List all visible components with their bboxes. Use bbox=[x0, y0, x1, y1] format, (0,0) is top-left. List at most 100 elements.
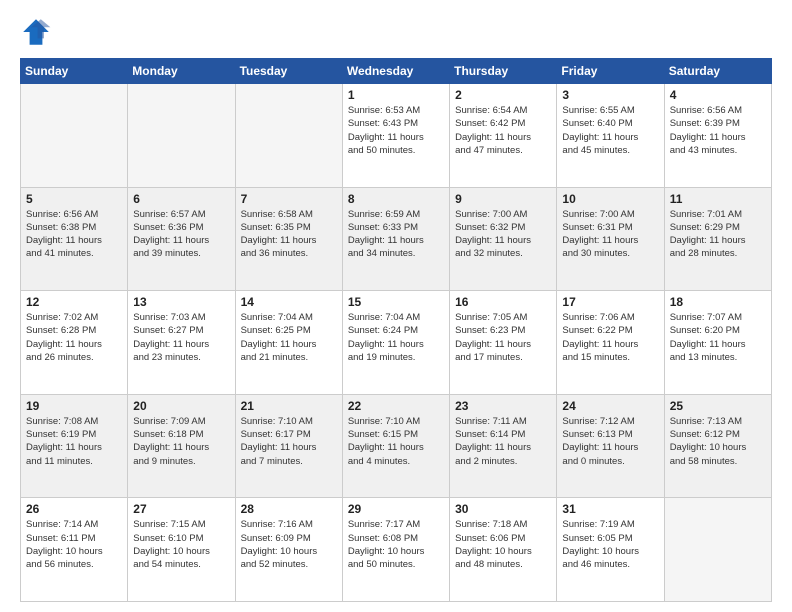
calendar-day-cell: 25Sunrise: 7:13 AM Sunset: 6:12 PM Dayli… bbox=[664, 394, 771, 498]
calendar-day-cell: 20 Sunrise: 7:09 AM Sunset: 6:18 PM Dayli… bbox=[128, 394, 235, 498]
calendar-week-row: 5 Sunrise: 6:56 AM Sunset: 6:38 PM Daylig… bbox=[21, 187, 772, 291]
day-info: Sunrise: 6:54 AM Sunset: 6:42 PM Dayligh… bbox=[455, 104, 551, 157]
calendar-day-cell: 4 Sunrise: 6:56 AM Sunset: 6:39 PM Daylig… bbox=[664, 84, 771, 188]
day-info: Sunrise: 7:08 AM Sunset: 6:19 PM Dayligh… bbox=[26, 415, 122, 468]
day-info: Sunrise: 7:09 AM Sunset: 6:18 PM Dayligh… bbox=[133, 415, 229, 468]
calendar-day-cell: 9 Sunrise: 7:00 AM Sunset: 6:32 PM Daylig… bbox=[450, 187, 557, 291]
day-number: 6 bbox=[133, 192, 229, 206]
day-number: 11 bbox=[670, 192, 766, 206]
calendar-day-cell: 28Sunrise: 7:16 AM Sunset: 6:09 PM Dayli… bbox=[235, 498, 342, 602]
calendar-week-row: 12 Sunrise: 7:02 AM Sunset: 6:28 PM Dayli… bbox=[21, 291, 772, 395]
calendar-day-cell: 3 Sunrise: 6:55 AM Sunset: 6:40 PM Daylig… bbox=[557, 84, 664, 188]
day-number: 24 bbox=[562, 399, 658, 413]
calendar-day-cell: 30 Sunrise: 7:18 AM Sunset: 6:06 PM Dayli… bbox=[450, 498, 557, 602]
day-number: 2 bbox=[455, 88, 551, 102]
calendar-day-cell: 26Sunrise: 7:14 AM Sunset: 6:11 PM Dayli… bbox=[21, 498, 128, 602]
day-info: Sunrise: 6:56 AM Sunset: 6:38 PM Dayligh… bbox=[26, 208, 122, 261]
day-info: Sunrise: 7:17 AM Sunset: 6:08 PM Dayligh… bbox=[348, 518, 444, 571]
day-info: Sunrise: 6:53 AM Sunset: 6:43 PM Dayligh… bbox=[348, 104, 444, 157]
calendar-day-cell: 19 Sunrise: 7:08 AM Sunset: 6:19 PM Dayli… bbox=[21, 394, 128, 498]
calendar-day-header: Thursday bbox=[450, 59, 557, 84]
day-number: 28 bbox=[241, 502, 337, 516]
calendar-day-cell bbox=[128, 84, 235, 188]
day-number: 27 bbox=[133, 502, 229, 516]
page: SundayMondayTuesdayWednesdayThursdayFrid… bbox=[0, 0, 792, 612]
calendar-day-header: Saturday bbox=[664, 59, 771, 84]
day-number: 13 bbox=[133, 295, 229, 309]
calendar-day-cell: 22 Sunrise: 7:10 AM Sunset: 6:15 PM Dayli… bbox=[342, 394, 449, 498]
day-info: Sunrise: 7:15 AM Sunset: 6:10 PM Dayligh… bbox=[133, 518, 229, 571]
day-info: Sunrise: 7:03 AM Sunset: 6:27 PM Dayligh… bbox=[133, 311, 229, 364]
calendar-day-cell: 21 Sunrise: 7:10 AM Sunset: 6:17 PM Dayli… bbox=[235, 394, 342, 498]
day-number: 17 bbox=[562, 295, 658, 309]
calendar-day-cell: 15 Sunrise: 7:04 AM Sunset: 6:24 PM Dayli… bbox=[342, 291, 449, 395]
day-info: Sunrise: 7:04 AM Sunset: 6:24 PM Dayligh… bbox=[348, 311, 444, 364]
day-number: 16 bbox=[455, 295, 551, 309]
calendar-day-cell: 8Sunrise: 6:59 AM Sunset: 6:33 PM Daylig… bbox=[342, 187, 449, 291]
day-number: 14 bbox=[241, 295, 337, 309]
day-number: 18 bbox=[670, 295, 766, 309]
day-number: 22 bbox=[348, 399, 444, 413]
day-number: 20 bbox=[133, 399, 229, 413]
day-info: Sunrise: 7:01 AM Sunset: 6:29 PM Dayligh… bbox=[670, 208, 766, 261]
day-number: 3 bbox=[562, 88, 658, 102]
calendar-day-header: Friday bbox=[557, 59, 664, 84]
day-number: 23 bbox=[455, 399, 551, 413]
calendar-day-cell: 24 Sunrise: 7:12 AM Sunset: 6:13 PM Dayli… bbox=[557, 394, 664, 498]
calendar-day-header: Monday bbox=[128, 59, 235, 84]
day-info: Sunrise: 6:55 AM Sunset: 6:40 PM Dayligh… bbox=[562, 104, 658, 157]
day-number: 30 bbox=[455, 502, 551, 516]
day-info: Sunrise: 7:14 AM Sunset: 6:11 PM Dayligh… bbox=[26, 518, 122, 571]
calendar-day-cell: 6 Sunrise: 6:57 AM Sunset: 6:36 PM Daylig… bbox=[128, 187, 235, 291]
header bbox=[20, 16, 772, 48]
calendar-day-cell bbox=[664, 498, 771, 602]
day-info: Sunrise: 7:10 AM Sunset: 6:15 PM Dayligh… bbox=[348, 415, 444, 468]
calendar-day-cell: 29 Sunrise: 7:17 AM Sunset: 6:08 PM Dayli… bbox=[342, 498, 449, 602]
day-number: 31 bbox=[562, 502, 658, 516]
day-info: Sunrise: 7:00 AM Sunset: 6:32 PM Dayligh… bbox=[455, 208, 551, 261]
day-number: 21 bbox=[241, 399, 337, 413]
day-number: 10 bbox=[562, 192, 658, 206]
calendar-week-row: 26Sunrise: 7:14 AM Sunset: 6:11 PM Dayli… bbox=[21, 498, 772, 602]
calendar-day-cell: 11 Sunrise: 7:01 AM Sunset: 6:29 PM Dayli… bbox=[664, 187, 771, 291]
calendar-day-cell: 17 Sunrise: 7:06 AM Sunset: 6:22 PM Dayli… bbox=[557, 291, 664, 395]
day-info: Sunrise: 7:18 AM Sunset: 6:06 PM Dayligh… bbox=[455, 518, 551, 571]
calendar-week-row: 19 Sunrise: 7:08 AM Sunset: 6:19 PM Dayli… bbox=[21, 394, 772, 498]
day-info: Sunrise: 7:12 AM Sunset: 6:13 PM Dayligh… bbox=[562, 415, 658, 468]
calendar-day-cell: 14 Sunrise: 7:04 AM Sunset: 6:25 PM Dayli… bbox=[235, 291, 342, 395]
day-info: Sunrise: 6:58 AM Sunset: 6:35 PM Dayligh… bbox=[241, 208, 337, 261]
day-info: Sunrise: 7:06 AM Sunset: 6:22 PM Dayligh… bbox=[562, 311, 658, 364]
calendar-week-row: 1Sunrise: 6:53 AM Sunset: 6:43 PM Daylig… bbox=[21, 84, 772, 188]
calendar-day-cell: 27 Sunrise: 7:15 AM Sunset: 6:10 PM Dayli… bbox=[128, 498, 235, 602]
calendar-day-cell: 16 Sunrise: 7:05 AM Sunset: 6:23 PM Dayli… bbox=[450, 291, 557, 395]
day-info: Sunrise: 7:13 AM Sunset: 6:12 PM Dayligh… bbox=[670, 415, 766, 468]
day-info: Sunrise: 6:56 AM Sunset: 6:39 PM Dayligh… bbox=[670, 104, 766, 157]
day-info: Sunrise: 7:10 AM Sunset: 6:17 PM Dayligh… bbox=[241, 415, 337, 468]
calendar-header-row: SundayMondayTuesdayWednesdayThursdayFrid… bbox=[21, 59, 772, 84]
day-number: 19 bbox=[26, 399, 122, 413]
calendar-day-header: Sunday bbox=[21, 59, 128, 84]
day-info: Sunrise: 7:02 AM Sunset: 6:28 PM Dayligh… bbox=[26, 311, 122, 364]
day-number: 4 bbox=[670, 88, 766, 102]
day-info: Sunrise: 6:57 AM Sunset: 6:36 PM Dayligh… bbox=[133, 208, 229, 261]
day-number: 9 bbox=[455, 192, 551, 206]
calendar-day-cell: 5 Sunrise: 6:56 AM Sunset: 6:38 PM Daylig… bbox=[21, 187, 128, 291]
calendar-day-cell: 2 Sunrise: 6:54 AM Sunset: 6:42 PM Daylig… bbox=[450, 84, 557, 188]
logo-icon bbox=[20, 16, 52, 48]
calendar-day-cell: 10 Sunrise: 7:00 AM Sunset: 6:31 PM Dayli… bbox=[557, 187, 664, 291]
calendar-day-cell: 1Sunrise: 6:53 AM Sunset: 6:43 PM Daylig… bbox=[342, 84, 449, 188]
day-info: Sunrise: 7:00 AM Sunset: 6:31 PM Dayligh… bbox=[562, 208, 658, 261]
day-info: Sunrise: 7:04 AM Sunset: 6:25 PM Dayligh… bbox=[241, 311, 337, 364]
day-number: 5 bbox=[26, 192, 122, 206]
day-info: Sunrise: 7:11 AM Sunset: 6:14 PM Dayligh… bbox=[455, 415, 551, 468]
logo bbox=[20, 16, 56, 48]
day-number: 15 bbox=[348, 295, 444, 309]
calendar-day-cell: 7Sunrise: 6:58 AM Sunset: 6:35 PM Daylig… bbox=[235, 187, 342, 291]
day-info: Sunrise: 7:05 AM Sunset: 6:23 PM Dayligh… bbox=[455, 311, 551, 364]
day-info: Sunrise: 6:59 AM Sunset: 6:33 PM Dayligh… bbox=[348, 208, 444, 261]
calendar-table: SundayMondayTuesdayWednesdayThursdayFrid… bbox=[20, 58, 772, 602]
day-number: 29 bbox=[348, 502, 444, 516]
day-info: Sunrise: 7:07 AM Sunset: 6:20 PM Dayligh… bbox=[670, 311, 766, 364]
day-number: 12 bbox=[26, 295, 122, 309]
calendar-day-cell bbox=[235, 84, 342, 188]
